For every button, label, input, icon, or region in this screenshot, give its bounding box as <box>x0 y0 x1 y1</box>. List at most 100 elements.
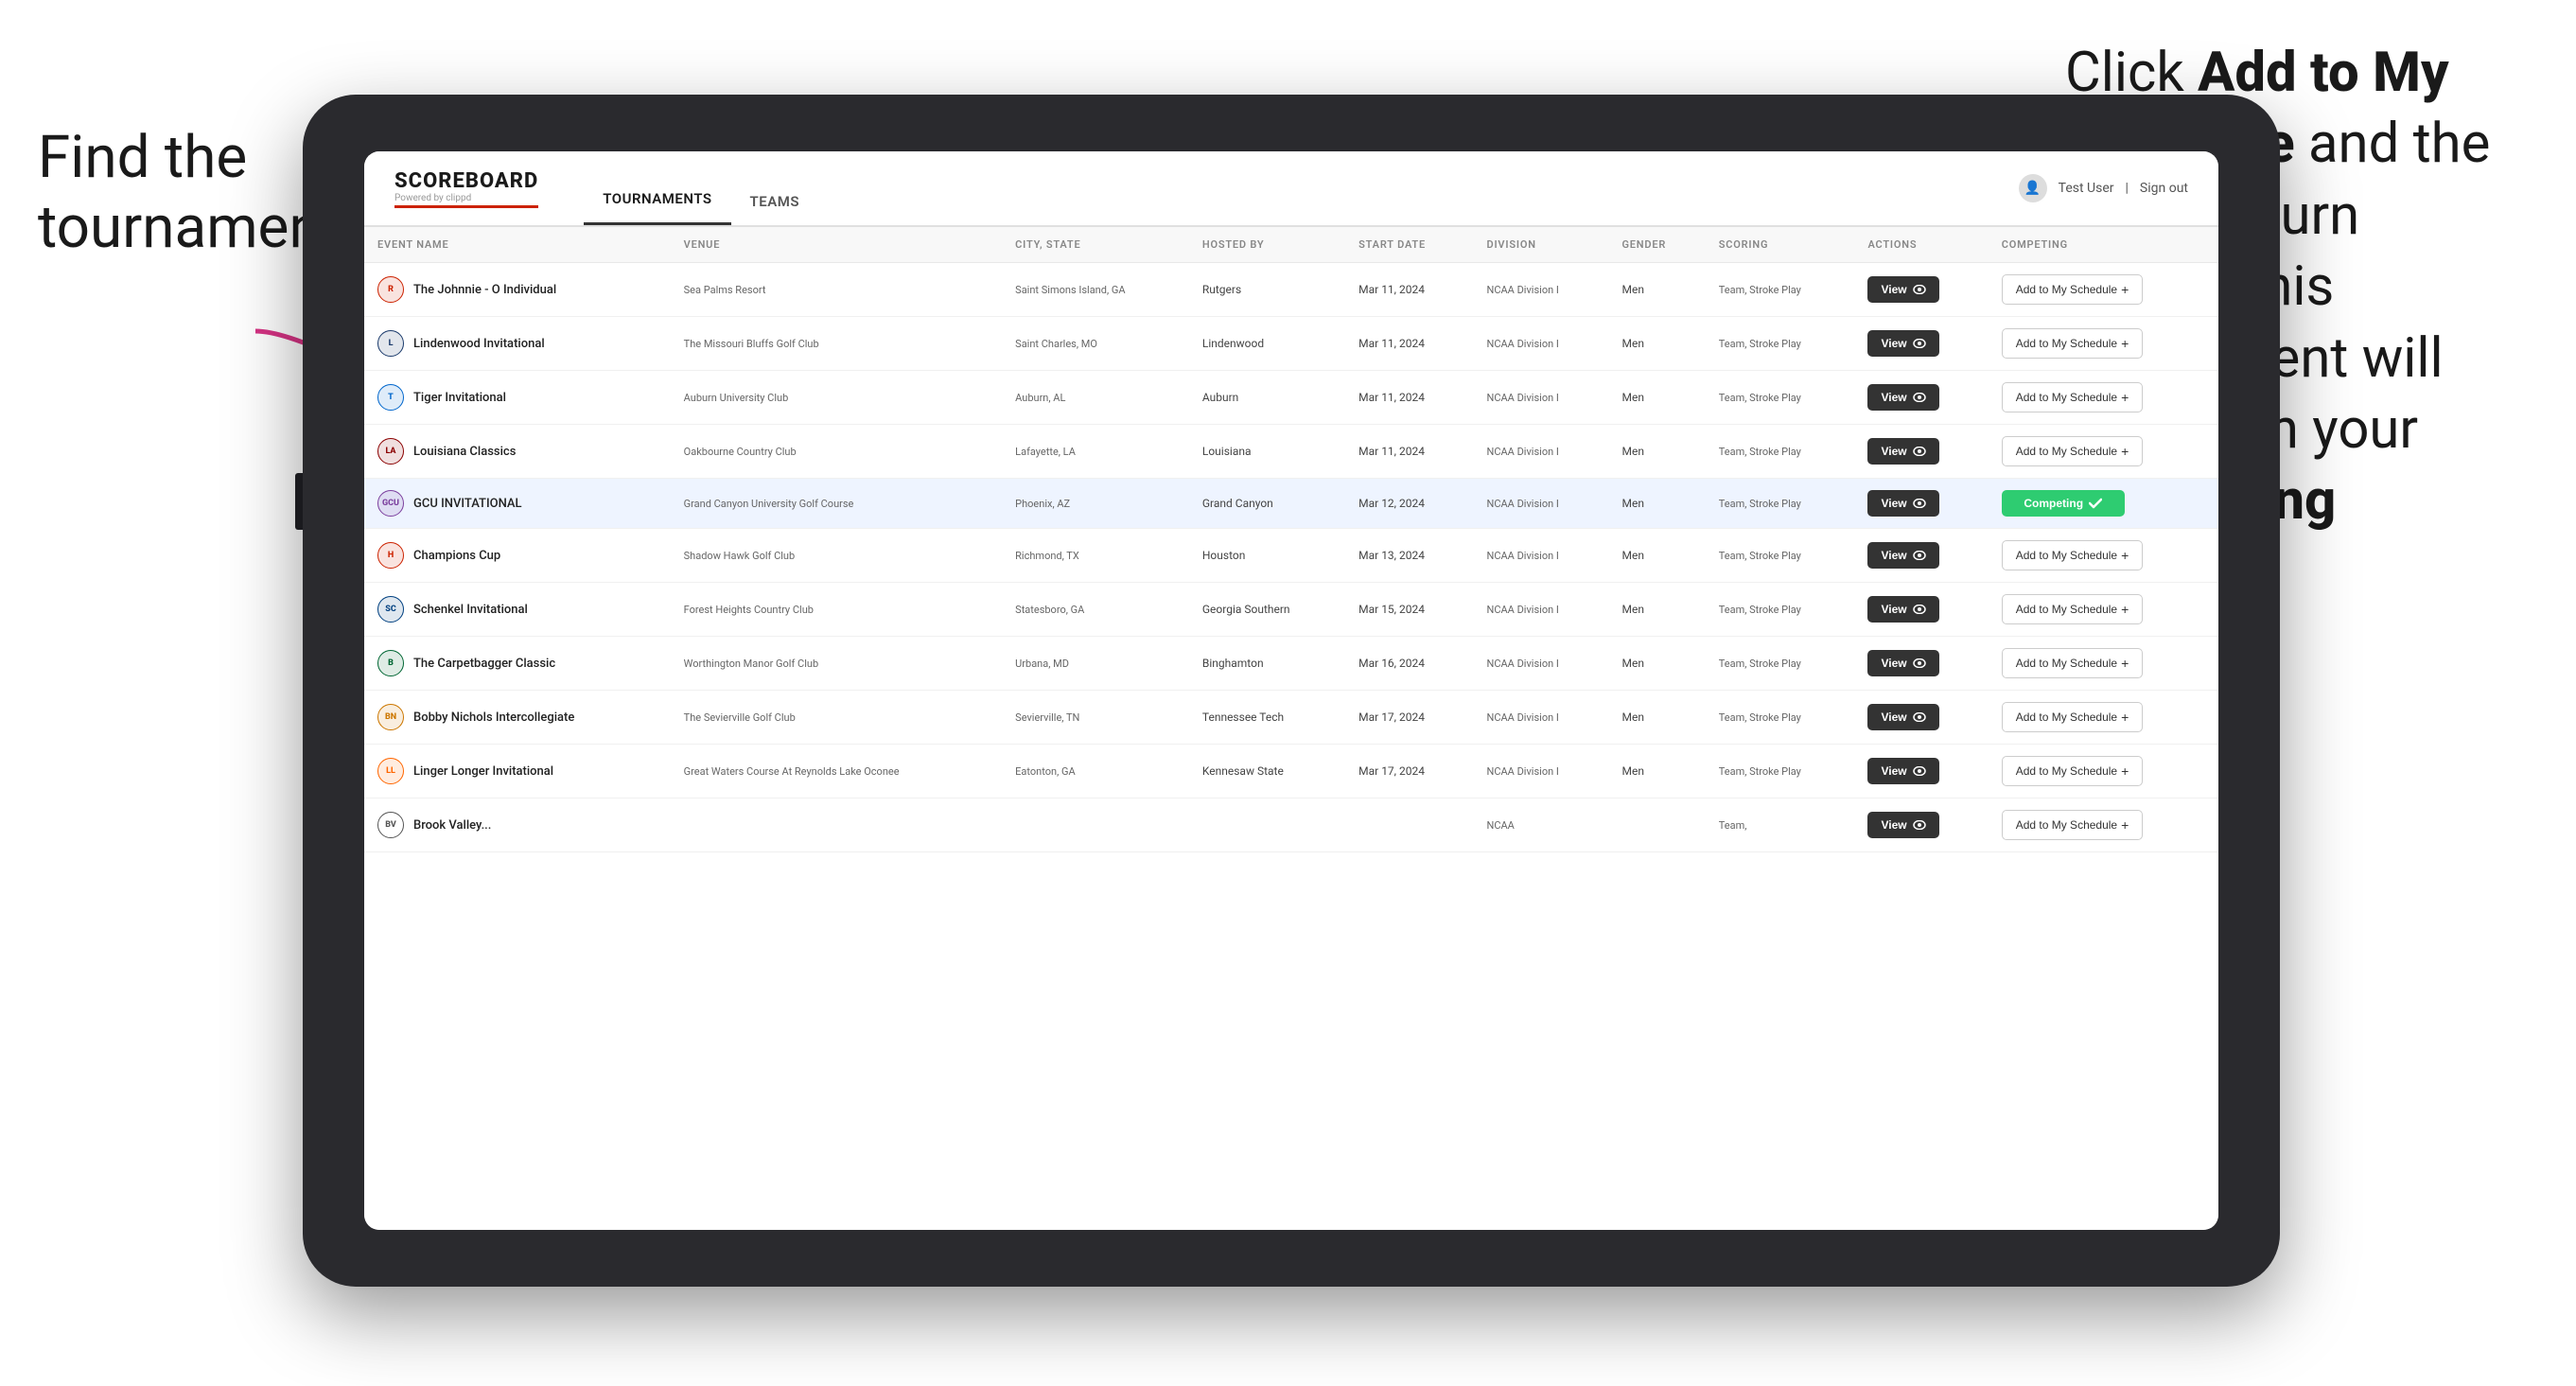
cell-hosted-by: Tennessee Tech <box>1189 691 1345 745</box>
competing-button[interactable]: Competing <box>2002 490 2125 517</box>
cell-actions: View <box>1854 479 1988 529</box>
view-button[interactable]: View <box>1867 704 1938 730</box>
view-button[interactable]: View <box>1867 276 1938 303</box>
cell-competing: Competing <box>1989 479 2218 529</box>
eye-icon <box>1913 285 1926 294</box>
add-to-schedule-button[interactable]: Add to My Schedule + <box>2002 810 2144 840</box>
cell-gender: Men <box>1608 479 1705 529</box>
cell-division: NCAA Division I <box>1474 425 1609 479</box>
cell-scoring: Team, Stroke Play <box>1706 425 1855 479</box>
cell-hosted-by: Louisiana <box>1189 425 1345 479</box>
eye-icon <box>1913 712 1926 722</box>
add-to-schedule-button[interactable]: Add to My Schedule + <box>2002 436 2144 466</box>
event-name-text: GCU INVITATIONAL <box>413 497 522 511</box>
view-button[interactable]: View <box>1867 490 1938 517</box>
eye-icon <box>1913 339 1926 348</box>
cell-start-date: Mar 11, 2024 <box>1345 371 1473 425</box>
cell-event-name: LA Louisiana Classics <box>364 425 671 479</box>
cell-city-state: Eatonton, GA <box>1002 745 1189 798</box>
cell-actions: View <box>1854 798 1988 852</box>
cell-hosted-by <box>1189 798 1345 852</box>
cell-start-date: Mar 17, 2024 <box>1345 691 1473 745</box>
cell-start-date: Mar 17, 2024 <box>1345 745 1473 798</box>
add-to-schedule-button[interactable]: Add to My Schedule + <box>2002 382 2144 412</box>
cell-competing: Add to My Schedule + <box>1989 529 2218 583</box>
team-logo: H <box>377 542 404 569</box>
cell-actions: View <box>1854 425 1988 479</box>
cell-event-name: BV Brook Valley... <box>364 798 671 852</box>
cell-division: NCAA Division I <box>1474 583 1609 637</box>
add-to-schedule-button[interactable]: Add to My Schedule + <box>2002 274 2144 305</box>
cell-venue: Great Waters Course At Reynolds Lake Oco… <box>671 745 1003 798</box>
cell-event-name: LL Linger Longer Invitational <box>364 745 671 798</box>
cell-division: NCAA Division I <box>1474 371 1609 425</box>
tablet-side-button <box>295 473 303 530</box>
cell-gender: Men <box>1608 745 1705 798</box>
cell-division: NCAA Division I <box>1474 745 1609 798</box>
cell-competing: Add to My Schedule + <box>1989 745 2218 798</box>
cell-scoring: Team, <box>1706 798 1855 852</box>
add-to-schedule-button[interactable]: Add to My Schedule + <box>2002 756 2144 786</box>
cell-gender: Men <box>1608 371 1705 425</box>
cell-competing: Add to My Schedule + <box>1989 691 2218 745</box>
cell-event-name: T Tiger Invitational <box>364 371 671 425</box>
add-to-schedule-button[interactable]: Add to My Schedule + <box>2002 702 2144 732</box>
cell-event-name: SC Schenkel Invitational <box>364 583 671 637</box>
view-button[interactable]: View <box>1867 650 1938 676</box>
logo-sub: Powered by clippd <box>394 193 538 203</box>
cell-city-state: Richmond, TX <box>1002 529 1189 583</box>
table-row: T Tiger Invitational Auburn University C… <box>364 371 2218 425</box>
user-name: Test User <box>2059 181 2114 196</box>
col-venue: VENUE <box>671 227 1003 263</box>
cell-start-date: Mar 16, 2024 <box>1345 637 1473 691</box>
view-button[interactable]: View <box>1867 330 1938 357</box>
cell-hosted-by: Houston <box>1189 529 1345 583</box>
view-button[interactable]: View <box>1867 542 1938 569</box>
cell-competing: Add to My Schedule + <box>1989 637 2218 691</box>
col-division: DIVISION <box>1474 227 1609 263</box>
cell-venue: Grand Canyon University Golf Course <box>671 479 1003 529</box>
logo-area: SCOREBOARD Powered by clippd <box>394 169 538 208</box>
add-to-schedule-button[interactable]: Add to My Schedule + <box>2002 540 2144 570</box>
cell-scoring: Team, Stroke Play <box>1706 637 1855 691</box>
cell-hosted-by: Rutgers <box>1189 263 1345 317</box>
view-button[interactable]: View <box>1867 758 1938 784</box>
event-name-text: The Carpetbagger Classic <box>413 657 555 671</box>
col-competing: COMPETING <box>1989 227 2218 263</box>
cell-actions: View <box>1854 371 1988 425</box>
cell-venue: Oakbourne Country Club <box>671 425 1003 479</box>
cell-competing: Add to My Schedule + <box>1989 317 2218 371</box>
col-event-name: EVENT NAME <box>364 227 671 263</box>
cell-hosted-by: Binghamton <box>1189 637 1345 691</box>
view-button[interactable]: View <box>1867 438 1938 465</box>
tab-tournaments[interactable]: TOURNAMENTS <box>584 190 730 225</box>
plus-icon: + <box>2121 817 2129 833</box>
table-row: SC Schenkel Invitational Forest Heights … <box>364 583 2218 637</box>
cell-gender <box>1608 798 1705 852</box>
cell-start-date: Mar 11, 2024 <box>1345 263 1473 317</box>
add-to-schedule-button[interactable]: Add to My Schedule + <box>2002 594 2144 624</box>
eye-icon <box>1913 551 1926 560</box>
cell-division: NCAA <box>1474 798 1609 852</box>
plus-icon: + <box>2121 390 2129 405</box>
view-button[interactable]: View <box>1867 384 1938 411</box>
sign-out-link[interactable]: Sign out <box>2140 181 2188 196</box>
add-to-schedule-button[interactable]: Add to My Schedule + <box>2002 328 2144 359</box>
cell-venue: The Sevierville Golf Club <box>671 691 1003 745</box>
cell-event-name: B The Carpetbagger Classic <box>364 637 671 691</box>
cell-competing: Add to My Schedule + <box>1989 371 2218 425</box>
tab-teams[interactable]: TEAMS <box>731 193 818 225</box>
cell-scoring: Team, Stroke Play <box>1706 691 1855 745</box>
add-to-schedule-button[interactable]: Add to My Schedule + <box>2002 648 2144 678</box>
cell-scoring: Team, Stroke Play <box>1706 583 1855 637</box>
eye-icon <box>1913 447 1926 456</box>
table-row: LL Linger Longer Invitational Great Wate… <box>364 745 2218 798</box>
eye-icon <box>1913 393 1926 402</box>
view-button[interactable]: View <box>1867 812 1938 838</box>
header-right: 👤 Test User | Sign out <box>2019 174 2188 202</box>
view-button[interactable]: View <box>1867 596 1938 623</box>
event-name-text: Bobby Nichols Intercollegiate <box>413 711 574 725</box>
table-row: L Lindenwood Invitational The Missouri B… <box>364 317 2218 371</box>
cell-actions: View <box>1854 529 1988 583</box>
col-actions: ACTIONS <box>1854 227 1988 263</box>
